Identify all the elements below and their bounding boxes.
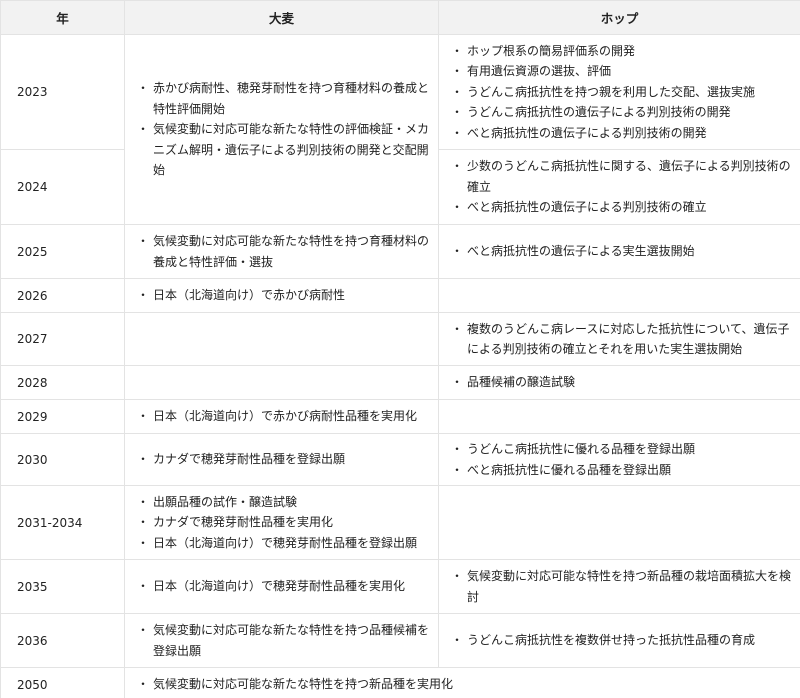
hop-list: べと病抵抗性の遺伝子による実生選抜開始 [451,241,792,262]
year-cell: 2035 [0,559,125,614]
table-row: 2026 日本（北海道向け）で赤かび病耐性 [0,278,800,313]
list-item: べと病抵抗性に優れる品種を登録出願 [451,460,792,481]
table-row: 2036 気候変動に対応可能な新たな特性を持つ品種候補を登録出願 うどんこ病抵抗… [0,613,800,668]
hop-cell: 複数のうどんこ病レースに対応した抵抗性について、遺伝子による判別技術の確立とそれ… [438,312,800,366]
year-cell: 2031-2034 [0,485,125,560]
list-item: 少数のうどんこ病抵抗性に関する、遺伝子による判別技術の確立 [451,156,792,197]
list-item: 品種候補の醸造試験 [451,372,792,393]
table-row: 2023 赤かび病耐性、穂発芽耐性を持つ育種材料の養成と特性評価開始 気候変動に… [0,34,800,225]
list-item: 出願品種の試作・醸造試験 [137,492,430,513]
list-item: うどんこ病抵抗性の遺伝子による判別技術の開発 [451,102,792,123]
list-item: 気候変動に対応可能な新たな特性の評価検証・メカニズム解明・遺伝子による判別技術の… [137,119,430,181]
hop-list: 品種候補の醸造試験 [451,372,792,393]
barley-cell: 気候変動に対応可能な新たな特性を持つ育種材料の養成と特性評価・選抜 [124,224,439,279]
list-item: 日本（北海道向け）で穂発芽耐性品種を登録出願 [137,533,430,554]
year-cell: 2030 [0,433,125,486]
year-cell: 2025 [0,224,125,279]
barley-list: 日本（北海道向け）で赤かび病耐性 [137,285,430,306]
hop-cell: ホップ根系の簡易評価系の開発 有用遺伝資源の選抜、評価 うどんこ病抵抗性を持つ親… [438,34,800,150]
year-cell: 2026 [0,278,125,313]
hop-list: うどんこ病抵抗性に優れる品種を登録出願 べと病抵抗性に優れる品種を登録出願 [451,439,792,481]
barley-cell: 日本（北海道向け）で穂発芽耐性品種を実用化 [124,559,439,614]
hop-cell: 少数のうどんこ病抵抗性に関する、遺伝子による判別技術の確立 べと病抵抗性の遺伝子… [438,149,800,225]
list-item: べと病抵抗性の遺伝子による実生選抜開始 [451,241,792,262]
barley-cell: 出願品種の試作・醸造試験 カナダで穂発芽耐性品種を実用化 日本（北海道向け）で穂… [124,485,439,560]
table-row: 2027 複数のうどんこ病レースに対応した抵抗性について、遺伝子による判別技術の… [0,312,800,366]
hop-cell [438,485,800,560]
table-row: 2028 品種候補の醸造試験 [0,365,800,400]
year-cell: 2029 [0,399,125,434]
table-row: 2050 気候変動に対応可能な新たな特性を持つ新品種を実用化 [0,667,800,698]
barley-list: 出願品種の試作・醸造試験 カナダで穂発芽耐性品種を実用化 日本（北海道向け）で穂… [137,492,430,554]
list-item: うどんこ病抵抗性を複数併せ持った抵抗性品種の育成 [451,630,792,651]
year-cell: 2023 [0,34,125,150]
list-item: 日本（北海道向け）で穂発芽耐性品種を実用化 [137,576,430,597]
list-item: 日本（北海道向け）で赤かび病耐性品種を実用化 [137,406,430,427]
list-item: 複数のうどんこ病レースに対応した抵抗性について、遺伝子による判別技術の確立とそれ… [451,319,792,360]
barley-cell: 日本（北海道向け）で赤かび病耐性 [124,278,439,313]
barley-list: カナダで穂発芽耐性品種を登録出願 [137,449,430,470]
hop-list: 気候変動に対応可能な特性を持つ新品種の栽培面積拡大を検討 [451,566,792,607]
hop-cell: べと病抵抗性の遺伝子による実生選抜開始 [438,224,800,279]
barley-list: 気候変動に対応可能な新たな特性を持つ品種候補を登録出願 [137,620,430,661]
roadmap-table: 年 大麦 ホップ 2023 赤かび病耐性、穂発芽耐性を持つ育種材料の養成と特性評… [0,0,800,698]
year-cell: 2036 [0,613,125,668]
year-cell: 2027 [0,312,125,366]
year-cell: 2024 [0,149,125,225]
table-row: 2029 日本（北海道向け）で赤かび病耐性品種を実用化 [0,399,800,434]
hop-cell [438,278,800,313]
hop-list: ホップ根系の簡易評価系の開発 有用遺伝資源の選抜、評価 うどんこ病抵抗性を持つ親… [451,41,792,144]
barley-cell: 気候変動に対応可能な新たな特性を持つ品種候補を登録出願 [124,613,439,668]
year-cell: 2050 [0,667,125,698]
table-header-row: 年 大麦 ホップ [0,0,800,35]
table-row: 2031-2034 出願品種の試作・醸造試験 カナダで穂発芽耐性品種を実用化 日… [0,485,800,560]
barley-list: 日本（北海道向け）で赤かび病耐性品種を実用化 [137,406,430,427]
barley-cell: 赤かび病耐性、穂発芽耐性を持つ育種材料の養成と特性評価開始 気候変動に対応可能な… [124,34,439,225]
barley-cell [124,365,439,400]
table-row: 2025 気候変動に対応可能な新たな特性を持つ育種材料の養成と特性評価・選抜 べ… [0,224,800,279]
combined-list: 気候変動に対応可能な新たな特性を持つ新品種を実用化 [137,674,792,695]
list-item: 気候変動に対応可能な特性を持つ新品種の栽培面積拡大を検討 [451,566,792,607]
hop-cell [438,399,800,434]
year-cell: 2028 [0,365,125,400]
list-item: べと病抵抗性の遺伝子による判別技術の確立 [451,197,792,218]
table-row: 2035 日本（北海道向け）で穂発芽耐性品種を実用化 気候変動に対応可能な特性を… [0,559,800,614]
hop-cell: 品種候補の醸造試験 [438,365,800,400]
list-item: ホップ根系の簡易評価系の開発 [451,41,792,62]
header-year: 年 [0,0,125,35]
barley-cell: カナダで穂発芽耐性品種を登録出願 [124,433,439,486]
barley-list: 気候変動に対応可能な新たな特性を持つ育種材料の養成と特性評価・選抜 [137,231,430,272]
header-hop: ホップ [438,0,800,35]
list-item: べと病抵抗性の遺伝子による判別技術の開発 [451,123,792,144]
hop-cell: うどんこ病抵抗性を複数併せ持った抵抗性品種の育成 [438,613,800,668]
hop-cell: うどんこ病抵抗性に優れる品種を登録出願 べと病抵抗性に優れる品種を登録出願 [438,433,800,486]
barley-cell: 日本（北海道向け）で赤かび病耐性品種を実用化 [124,399,439,434]
list-item: 気候変動に対応可能な新たな特性を持つ育種材料の養成と特性評価・選抜 [137,231,430,272]
list-item: 有用遺伝資源の選抜、評価 [451,61,792,82]
table-row: 2030 カナダで穂発芽耐性品種を登録出願 うどんこ病抵抗性に優れる品種を登録出… [0,433,800,486]
barley-list: 赤かび病耐性、穂発芽耐性を持つ育種材料の養成と特性評価開始 気候変動に対応可能な… [137,78,430,181]
list-item: うどんこ病抵抗性を持つ親を利用した交配、選抜実施 [451,82,792,103]
barley-list: 日本（北海道向け）で穂発芽耐性品種を実用化 [137,576,430,597]
header-barley: 大麦 [124,0,439,35]
list-item: うどんこ病抵抗性に優れる品種を登録出願 [451,439,792,460]
list-item: カナダで穂発芽耐性品種を実用化 [137,512,430,533]
hop-list: 少数のうどんこ病抵抗性に関する、遺伝子による判別技術の確立 べと病抵抗性の遺伝子… [451,156,792,218]
list-item: 日本（北海道向け）で赤かび病耐性 [137,285,430,306]
list-item: 気候変動に対応可能な新たな特性を持つ新品種を実用化 [137,674,792,695]
barley-cell [124,312,439,366]
hop-cell: 気候変動に対応可能な特性を持つ新品種の栽培面積拡大を検討 [438,559,800,614]
hop-list: 複数のうどんこ病レースに対応した抵抗性について、遺伝子による判別技術の確立とそれ… [451,319,792,360]
combined-cell: 気候変動に対応可能な新たな特性を持つ新品種を実用化 [124,667,800,698]
hop-list: うどんこ病抵抗性を複数併せ持った抵抗性品種の育成 [451,630,792,651]
list-item: 気候変動に対応可能な新たな特性を持つ品種候補を登録出願 [137,620,430,661]
list-item: カナダで穂発芽耐性品種を登録出願 [137,449,430,470]
list-item: 赤かび病耐性、穂発芽耐性を持つ育種材料の養成と特性評価開始 [137,78,430,119]
